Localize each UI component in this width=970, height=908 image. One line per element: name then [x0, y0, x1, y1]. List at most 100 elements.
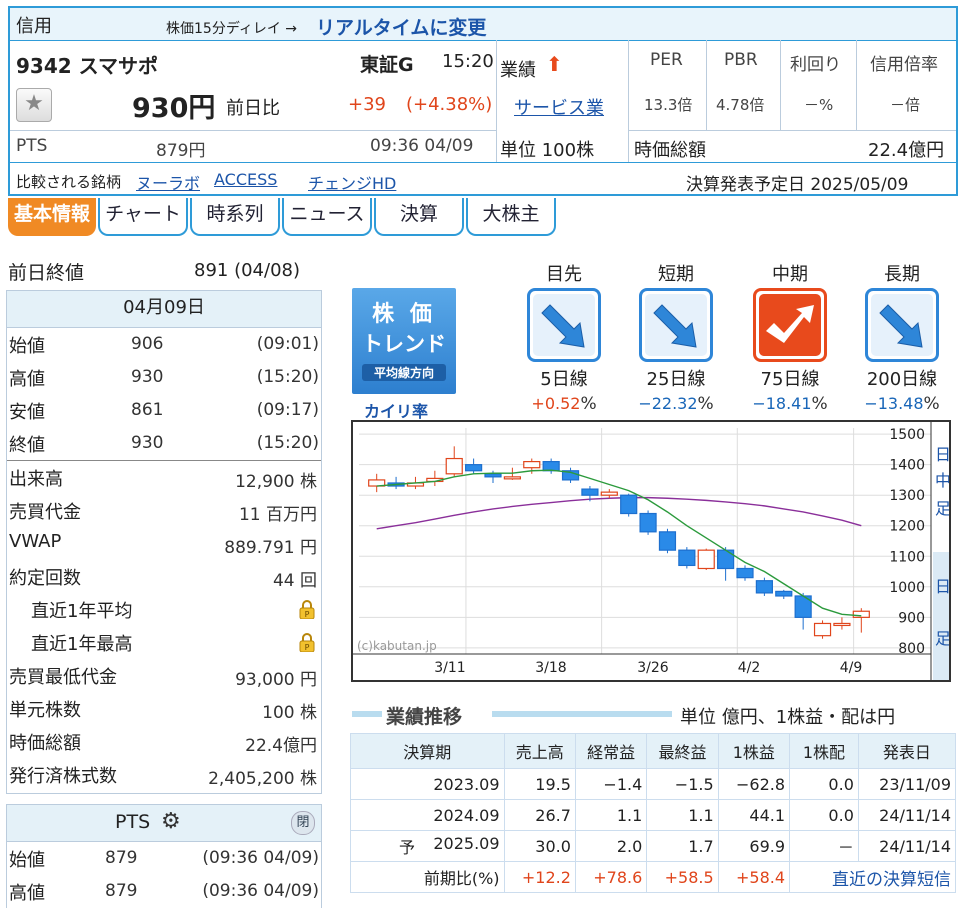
results-cell: −1.4	[574, 768, 648, 800]
results-cell-value: 24/11/14	[879, 805, 951, 825]
results-row: 予 2025.09 30.0 2.0 1.7 69.9 － 24/11/14	[350, 830, 957, 862]
results-cell-value: 0.0	[828, 774, 854, 794]
price-chart[interactable]: 1500 1400 1300 1200 1100 1000 900 800 日中足日足 3/11 3…	[351, 420, 951, 682]
trend-pct: −18.41%	[740, 394, 840, 414]
tab-major-shareholders[interactable]: 大株主	[466, 198, 556, 236]
results-cell-value: 1.7	[688, 836, 714, 856]
yoy-value: +58.4	[717, 861, 791, 893]
stat-label: 売買代金	[9, 502, 81, 523]
stat-row: 売買代金 11 百万円	[7, 494, 321, 527]
results-cell: 26.7	[503, 799, 576, 831]
compare-label: 比較される銘柄	[16, 173, 122, 191]
stock-code-name: 9342 スマサポ	[16, 54, 159, 78]
candle-body	[736, 567, 754, 579]
realtime-link[interactable]: リアルタイムに変更	[316, 13, 486, 40]
latest-results-link[interactable]: 直近の決算短信	[789, 861, 956, 893]
yoy-value: +78.6	[574, 861, 648, 893]
mcap-label: 時価総額	[634, 140, 706, 161]
results-cell: 30.0	[503, 830, 576, 862]
compare-link-access[interactable]: ACCESS	[214, 170, 277, 189]
pts-list: 始値 879 (09:36 04/09) 高値 879 (09:36 04/09)	[7, 842, 321, 908]
change-label: 前日比	[226, 98, 280, 119]
tab-news[interactable]: ニュース	[282, 198, 372, 236]
pts-label: PTS	[16, 136, 48, 156]
results-cell-value: 19.5	[535, 774, 571, 794]
side-label: 中	[935, 471, 949, 490]
candle-body	[523, 460, 541, 469]
compare-link-change[interactable]: チェンジHD	[308, 170, 396, 194]
stat-row: 発行済株式数 2,405,200 株	[7, 758, 321, 791]
stat-value: 2,405,200 株	[208, 769, 317, 789]
divider	[780, 40, 781, 130]
results-cell-value: −1.4	[603, 774, 643, 794]
candle-body	[465, 464, 483, 472]
trend-term: 短期	[658, 264, 694, 285]
pts-row: 始値 879 (09:36 04/09)	[7, 842, 321, 875]
x-tick-label: 4/9	[840, 660, 863, 676]
results-label: 業績	[500, 60, 536, 81]
premium-lock-icon[interactable]: P	[299, 599, 315, 620]
x-tick-label: 3/18	[535, 660, 566, 676]
trend-pct: −13.48%	[852, 394, 952, 414]
title-deco	[352, 711, 382, 717]
margin-ratio-value: －倍	[890, 96, 921, 114]
arrow-down-right-icon	[865, 288, 939, 362]
candle	[426, 470, 444, 487]
y-tick-label: 900	[898, 610, 925, 626]
results-cell: 1.1	[574, 799, 648, 831]
pts-header: PTS ⚙ 閉	[7, 805, 321, 842]
per-label: PER	[650, 50, 683, 70]
chart-watermark: (c)kabutan.jp	[357, 639, 437, 653]
tab-settlement[interactable]: 決算	[374, 198, 464, 236]
compare-link-nulab[interactable]: ヌーラボ	[136, 170, 200, 194]
results-cell: 24/11/14	[857, 830, 957, 862]
premium-lock-icon[interactable]: P	[299, 632, 315, 653]
stat-label: 発行済株式数	[9, 766, 117, 787]
tab-timeseries[interactable]: 時系列	[190, 198, 280, 236]
tab-basic-info[interactable]: 基本情報	[8, 198, 96, 236]
results-row: 2024.09 26.7 1.1 1.1 44.1 0.0 24/11/14	[350, 799, 957, 831]
sector-link[interactable]: サービス業	[514, 94, 604, 120]
pts-time: 09:36 04/09	[370, 136, 474, 156]
ohlc-time: (15:20)	[256, 367, 319, 387]
results-header-cell: 決算期	[350, 733, 505, 769]
pts-close-button[interactable]: 閉	[291, 811, 315, 835]
results-title: 業績推移	[386, 706, 463, 728]
stock-info-box: 信用 株価15分ディレイ → リアルタイムに変更 9342 スマサポ 東証G 1…	[8, 6, 958, 196]
results-header-cell: 1株益	[717, 733, 791, 769]
results-cell: 2024.09	[350, 799, 505, 831]
candle-body	[503, 476, 521, 480]
gear-icon[interactable]: ⚙	[161, 809, 181, 834]
results-cell-value: 69.9	[749, 836, 786, 856]
trend-line: 5日線	[540, 369, 588, 390]
yoy-value: +58.5	[646, 861, 719, 893]
results-header-cell: 売上高	[503, 733, 576, 769]
tab-chart[interactable]: チャート	[98, 198, 188, 236]
results-cell: 予 2025.09	[350, 830, 505, 862]
stat-value: 889.791 円	[224, 538, 317, 558]
results-cell: −1.5	[646, 768, 719, 800]
divider	[496, 40, 497, 162]
arrow-down-right-icon	[639, 288, 713, 362]
divider	[856, 40, 857, 130]
results-cell: 1.7	[646, 830, 719, 862]
divider	[10, 130, 496, 131]
trend-badge-line3: 平均線方向	[362, 364, 446, 381]
ohlc-value: 930	[131, 433, 164, 453]
pts-row-value: 879	[105, 848, 138, 868]
results-yoy-row: 前期比(%) +12.2 +78.6 +58.5 +58.4 直近の決算短信	[350, 861, 956, 893]
results-cell: 2023.09	[350, 768, 505, 800]
stat-label: 出来高	[9, 469, 63, 490]
side-label: 足	[935, 499, 949, 518]
candle-body	[600, 491, 618, 496]
favorite-star-icon[interactable]: ★	[16, 88, 52, 122]
candle	[852, 608, 870, 633]
candle	[678, 547, 696, 569]
svg-text:P: P	[305, 610, 310, 619]
ohlc-time: (09:01)	[256, 334, 319, 354]
results-cell-value: 26.7	[535, 805, 571, 825]
trend-badge: 株 価 トレンド 平均線方向	[352, 288, 456, 394]
pts-row-time: (09:36 04/09)	[202, 881, 319, 901]
results-cell-value: 23/11/09	[879, 774, 951, 794]
results-header-cell: 1株配	[789, 733, 859, 769]
